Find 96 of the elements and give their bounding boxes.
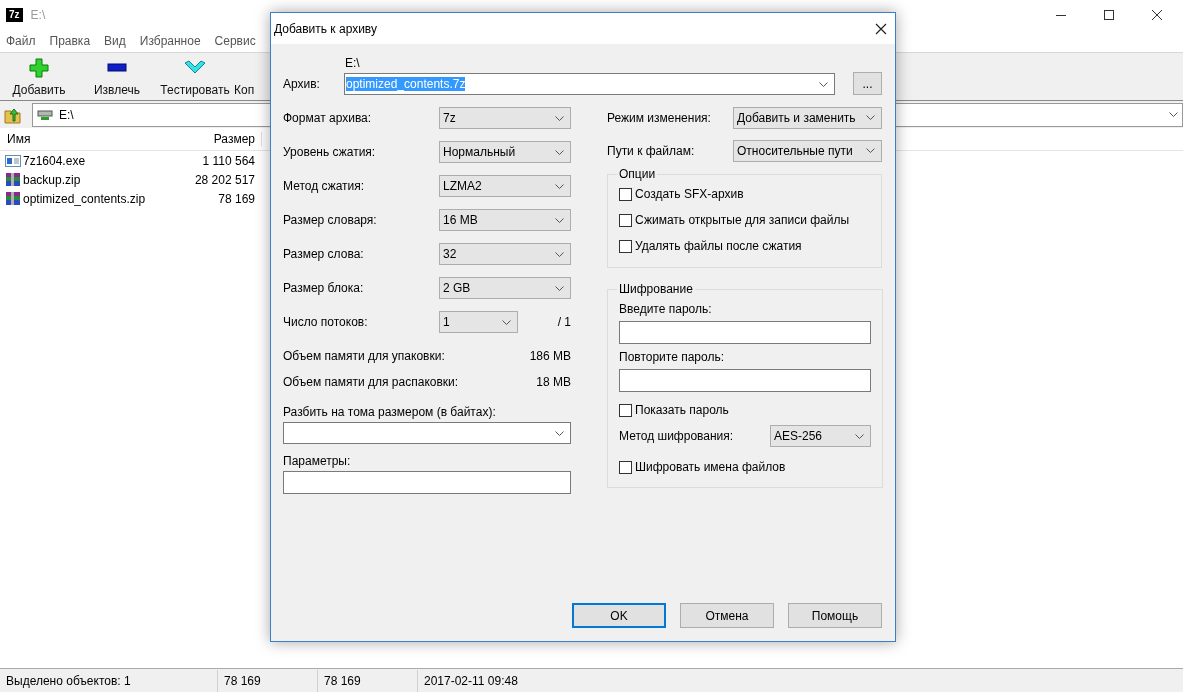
menu-item[interactable]: Сервис [214, 34, 256, 48]
field-label: Размер словаря: [283, 213, 378, 227]
chevron-down-icon [855, 433, 864, 439]
chevron-down-icon [555, 285, 564, 291]
checkbox-label[interactable]: Создать SFX-архив [635, 187, 744, 201]
field-label: Параметры: [283, 454, 352, 468]
menu-item[interactable]: Избранное [139, 34, 201, 48]
dropdown[interactable]: 16 MB [439, 209, 571, 231]
maximize-icon [1103, 9, 1115, 21]
field-label: Формат архива: [283, 111, 373, 125]
toolbar-button[interactable]: Добавить [0, 53, 78, 97]
field-label: Введите пароль: [619, 302, 713, 316]
field-label: Уровень сжатия: [283, 145, 377, 159]
dialog-button[interactable]: OK [572, 603, 666, 628]
password-field[interactable] [619, 369, 871, 392]
dropdown[interactable]: Нормальный [439, 141, 571, 163]
status-text: 2017-02-11 09:48 [423, 672, 518, 690]
column-header[interactable]: Имя [0, 132, 182, 146]
memory-value: 186 MB [529, 349, 571, 363]
status-text: Выделено объектов: 1 [0, 669, 218, 692]
chevron-down-icon [866, 148, 875, 153]
chevron-down-icon [502, 319, 511, 325]
file-name[interactable]: optimized_contents.zip [23, 191, 146, 206]
dropdown[interactable]: 1 [439, 311, 518, 333]
checkbox-label[interactable]: Сжимать открытые для записи файлы [635, 213, 850, 227]
field-label: Режим изменения: [607, 110, 712, 125]
parameters-field[interactable] [283, 471, 571, 494]
chevron-down-icon [555, 251, 564, 257]
checkbox[interactable] [619, 213, 632, 227]
window-icon [5, 153, 21, 168]
dialog-button[interactable]: Отмена [680, 603, 774, 628]
file-name[interactable]: 7z1604.exe [23, 153, 86, 168]
close-icon [875, 22, 887, 35]
chevron-down-icon [555, 115, 564, 121]
menu-item[interactable]: Файл [6, 34, 36, 48]
status-text: 78 169 [318, 669, 418, 692]
field-label: Число потоков: [283, 315, 369, 329]
memory-label: Объем памяти для упаковки: [283, 349, 445, 363]
checkbox[interactable] [619, 403, 632, 417]
dropdown[interactable]: Относительные пути [733, 139, 882, 162]
field-label: Метод сжатия: [283, 179, 366, 193]
dropdown[interactable]: AES-256 [770, 425, 871, 447]
field-label: Повторите пароль: [619, 350, 726, 364]
field-label: Архив: [283, 77, 321, 93]
menu-item[interactable]: Правка [49, 34, 91, 48]
file-size: 1 110 564 [201, 153, 255, 168]
toolbar-button[interactable]: Тестировать [156, 53, 234, 97]
dropdown[interactable]: Добавить и заменить [733, 106, 882, 129]
file-name[interactable]: backup.zip [23, 172, 81, 187]
books-icon [5, 171, 21, 188]
toolbar-button[interactable]: Извлечь [78, 53, 156, 97]
app-logo: 7z [6, 8, 23, 22]
plus-icon [29, 58, 49, 78]
dialog-title: Добавить к архиву [274, 21, 378, 36]
chevron-down-icon [555, 149, 564, 155]
password-field[interactable] [619, 321, 871, 344]
field-label: Размер слова: [283, 247, 365, 261]
drive-icon [37, 108, 53, 121]
checkbox-label[interactable]: Шифровать имена файлов [635, 460, 786, 474]
dialog-button[interactable]: Помощь [788, 603, 882, 628]
checkbox[interactable] [619, 187, 632, 201]
folder-path: E:\ [344, 56, 361, 70]
chevron-down-icon [555, 183, 564, 189]
checkbox-label[interactable]: Показать пароль [635, 403, 729, 417]
books-icon [5, 190, 21, 207]
close-icon [1151, 9, 1163, 21]
dropdown[interactable]: LZMA2 [439, 175, 571, 197]
checkbox[interactable] [619, 460, 632, 474]
field-label: Разбить на тома размером (в байтах): [283, 405, 497, 419]
chevron-down-icon [555, 430, 564, 436]
file-size: 28 202 517 [193, 172, 255, 187]
window-title: E:\ [30, 8, 46, 22]
chevron-down-icon [555, 217, 564, 223]
memory-label: Объем памяти для распаковки: [283, 375, 459, 389]
field-label: Размер блока: [283, 281, 365, 295]
field-label: Пути к файлам: [607, 143, 696, 158]
group-title: Опции [618, 167, 657, 181]
column-header[interactable]: Размер [182, 132, 262, 146]
chevron-down-icon [1169, 112, 1178, 117]
field-label: Метод шифрования: [619, 429, 735, 443]
dropdown[interactable]: 32 [439, 243, 571, 265]
checkbox[interactable] [619, 239, 632, 253]
chevron-down-icon [819, 81, 828, 87]
toolbar-button[interactable]: Коп [234, 53, 262, 97]
menu-item[interactable]: Вид [104, 34, 126, 48]
thread-max: / 1 [557, 315, 571, 329]
checkbox-label[interactable]: Удалять файлы после сжатия [635, 239, 802, 253]
dropdown[interactable]: 7z [439, 107, 571, 129]
dropdown[interactable]: 2 GB [439, 277, 571, 299]
browse-button[interactable]: ... [853, 72, 882, 95]
chevron-down-icon [866, 115, 875, 120]
group-title: Шифрование [618, 282, 694, 296]
file-size: 78 169 [217, 191, 255, 206]
memory-value: 18 MB [536, 375, 571, 389]
split-size-dropdown[interactable] [283, 422, 571, 444]
status-text: 78 169 [218, 669, 318, 692]
